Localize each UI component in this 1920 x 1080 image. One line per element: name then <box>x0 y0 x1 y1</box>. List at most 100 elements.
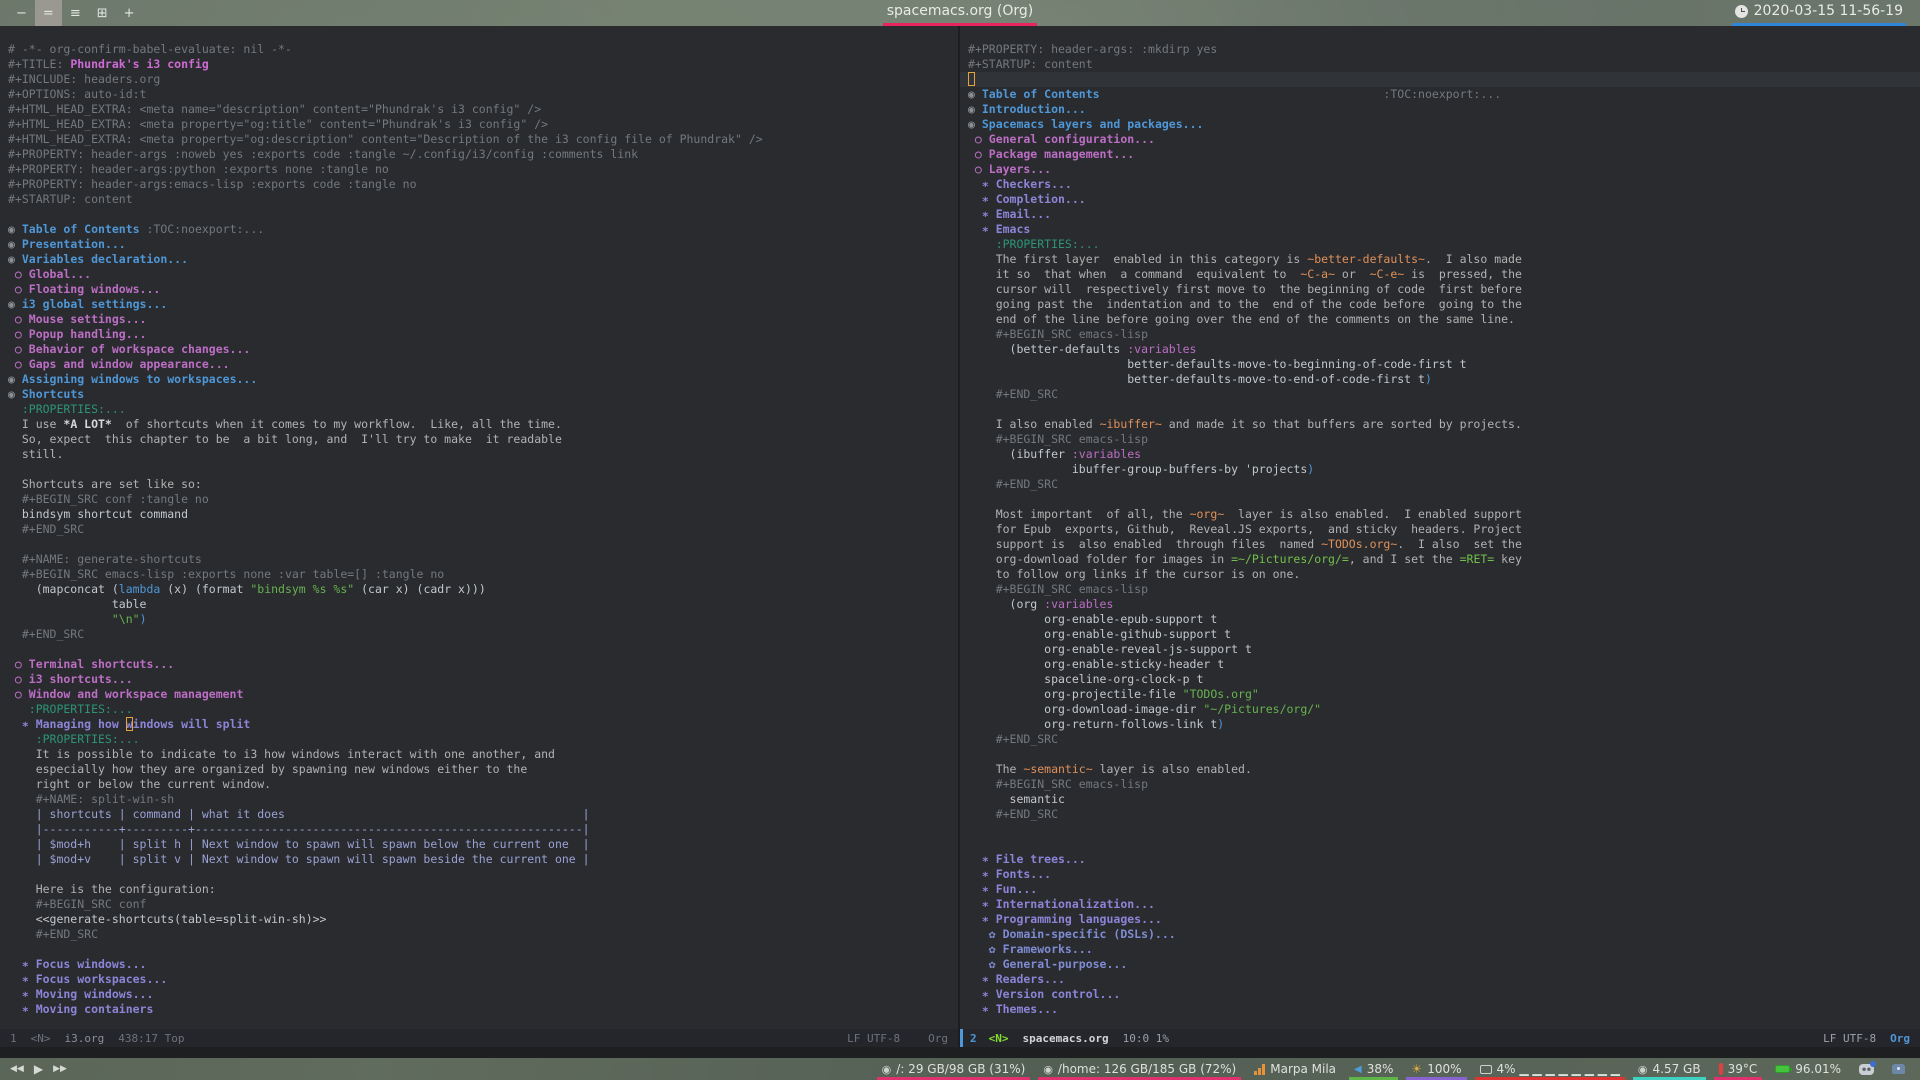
buffer-line: #+BEGIN_SRC conf <box>8 897 147 911</box>
right-window[interactable]: #+PROPERTY: header-args: :mkdirp yes #+ST… <box>960 26 1920 1047</box>
status-value: 96.01% <box>1795 1062 1841 1076</box>
workspace-icon-4[interactable]: ⊞ <box>89 0 116 26</box>
buffer-line <box>8 207 958 222</box>
text-cursor: w <box>125 717 133 731</box>
buffer-line: The first layer enabled in this category… <box>968 252 1522 266</box>
buffer-line <box>960 72 1920 87</box>
buffer-line: ∗ Moving containers <box>8 1002 154 1016</box>
ram-icon: ◉ <box>1637 1062 1648 1076</box>
buffer-line: | $mod+v | split v | Next window to spaw… <box>8 852 590 866</box>
buffer-line: ∗ Emacs <box>968 222 1031 236</box>
right-buffer[interactable]: #+PROPERTY: header-args: :mkdirp yes #+ST… <box>960 26 1920 1029</box>
buffer-line: #+NAME: split-win-sh <box>8 792 175 806</box>
workspace-icon-2[interactable]: = <box>34 0 62 26</box>
buffer-line: #+HTML_HEAD_EXTRA: <meta name="descripti… <box>8 102 542 116</box>
buffer-line: Most important of all, the ~org~ layer i… <box>968 507 1522 521</box>
buffer-line: ◉ Variables declaration... <box>8 252 189 266</box>
next-track-icon[interactable]: ▶▶ <box>53 1064 67 1074</box>
workspace-icon-3[interactable]: ≡ <box>62 0 89 26</box>
clock-module[interactable]: 2020-03-15 11-56-19 <box>1731 0 1906 26</box>
buffer-line: ○ Package management... <box>968 147 1135 161</box>
buffer-line: :PROPERTIES:... <box>8 402 126 416</box>
emacs-frame: # -*- org-confirm-babel-evaluate: nil -*… <box>0 26 1920 1058</box>
buffer-line <box>8 462 958 477</box>
status-wifi-module[interactable]: Marpa Mila <box>1245 1058 1345 1080</box>
buffer-name: spacemacs.org <box>1022 1031 1109 1045</box>
buffer-line: I use *A LOT* of shortcuts when it comes… <box>8 417 562 431</box>
workspace-icon-1[interactable]: − <box>8 0 35 26</box>
status-value: /home: 126 GB/185 GB (72%) <box>1057 1062 1237 1076</box>
evil-state: <N> <box>988 1031 1009 1045</box>
buffer-line: ◉ Assigning windows to workspaces... <box>8 372 258 386</box>
buffer-line: #+BEGIN_SRC emacs-lisp :exports none :va… <box>8 567 445 581</box>
buffer-line: end of the line before going over the en… <box>968 312 1515 326</box>
buffer-line: So, expect this chapter to be a bit long… <box>8 432 562 446</box>
status-volume-module[interactable]: ◀ 38% <box>1345 1058 1402 1080</box>
major-mode: Org <box>1890 1031 1910 1045</box>
status-cpu-module[interactable]: 4% ▁ ▁ ▁ ▁ ▁ ▁ ▁ ▁ <box>1471 1058 1629 1080</box>
buffer-line: semantic <box>968 792 1065 806</box>
buffer-line: ∗ Fun... <box>968 882 1038 896</box>
cursor-position: 10:0 1% <box>1122 1031 1169 1045</box>
buffer-line: ∗ Internationalization... <box>968 897 1155 911</box>
buffer-line: #+STARTUP: content <box>8 192 133 206</box>
status-disk-module[interactable]: ◉ /: 29 GB/98 GB (31%) <box>873 1058 1035 1080</box>
buffer-line: #+TITLE: Phundrak's i3 config <box>8 57 209 71</box>
left-buffer[interactable]: # -*- org-confirm-babel-evaluate: nil -*… <box>0 26 958 1029</box>
buffer-line: ∗ Checkers... <box>968 177 1072 191</box>
buffer-line: #+END_SRC <box>968 807 1059 821</box>
workspace-icon-5[interactable]: + <box>116 0 143 26</box>
buffer-line: (ibuffer :variables <box>968 447 1142 461</box>
status-discord-module[interactable] <box>1850 1058 1883 1080</box>
clock-text: 2020-03-15 11-56-19 <box>1753 3 1903 19</box>
buffer-line: #+PROPERTY: header-args: :mkdirp yes <box>968 42 1218 56</box>
buffer-line: #+INCLUDE: headers.org <box>8 72 161 86</box>
buffer-line: (mapconcat (lambda (x) (format "bindsym … <box>8 582 486 596</box>
sun-icon: ☀ <box>1411 1062 1423 1076</box>
buffer-name: i3.org <box>64 1031 105 1045</box>
buffer-line: org-enable-sticky-header t <box>968 657 1225 671</box>
buffer-line: ∗ Readers... <box>968 972 1065 986</box>
tray-icon <box>1892 1064 1905 1074</box>
buffer-line: ∗ Managing how windows will split <box>8 717 251 731</box>
window-title: spacemacs.org (Org) <box>0 0 1920 26</box>
status-ram-module[interactable]: ◉ 4.57 GB <box>1629 1058 1710 1080</box>
buffer-line: ◉ Introduction... <box>968 102 1086 116</box>
encoding: LF UTF-8 <box>1823 1031 1877 1045</box>
buffer-line: :PROPERTIES:... <box>8 732 140 746</box>
buffer-line: #+BEGIN_SRC emacs-lisp <box>968 582 1149 596</box>
buffer-line <box>968 837 1920 852</box>
status-disk-module[interactable]: ◉ /home: 126 GB/185 GB (72%) <box>1034 1058 1245 1080</box>
buffer-line: "\n") <box>8 612 147 626</box>
status-temp-module[interactable]: 39°C <box>1710 1058 1767 1080</box>
top-bar: − = ≡ ⊞ + spacemacs.org (Org) 2020-03-15 11-… <box>0 0 1920 26</box>
buffer-line: |-----------+---------+-----------------… <box>8 822 590 836</box>
buffer-line: ○ Floating windows... <box>8 282 161 296</box>
buffer-line: ✿ Frameworks... <box>968 942 1093 956</box>
buffer-line <box>8 642 958 657</box>
buffer-line: ○ Window and workspace management <box>8 687 244 701</box>
status-value: 4.57 GB <box>1652 1062 1701 1076</box>
status-value: 38% <box>1366 1062 1394 1076</box>
buffer-line: | shortcuts | command | what it does | <box>8 807 590 821</box>
buffer-line <box>8 537 958 552</box>
buffer-line: It is possible to indicate to i3 how win… <box>8 747 555 761</box>
status-tray-module[interactable] <box>1883 1058 1914 1080</box>
buffer-line: ∗ Completion... <box>968 192 1086 206</box>
status-sun-module[interactable]: ☀ 100% <box>1402 1058 1470 1080</box>
buffer-line: :PROPERTIES:... <box>968 237 1100 251</box>
left-window[interactable]: # -*- org-confirm-babel-evaluate: nil -*… <box>0 26 958 1047</box>
buffer-line: ○ General configuration... <box>968 132 1155 146</box>
buffer-line: Shortcuts are set like so: <box>8 477 202 491</box>
play-icon[interactable]: ▶ <box>34 1062 43 1076</box>
buffer-line: ◉ Table of Contents :TOC:noexport:... <box>8 222 265 236</box>
previous-track-icon[interactable]: ◀◀ <box>10 1064 24 1074</box>
buffer-line: #+END_SRC <box>8 627 85 641</box>
status-battery-module[interactable]: 96.01% <box>1766 1058 1850 1080</box>
buffer-line: #+PROPERTY: header-args:emacs-lisp :expo… <box>8 177 417 191</box>
battery-icon <box>1775 1065 1793 1073</box>
buffer-line: ∗ Focus windows... <box>8 957 147 971</box>
buffer-line: ○ Behavior of workspace changes... <box>8 342 251 356</box>
buffer-line: ∗ Focus workspaces... <box>8 972 168 986</box>
buffer-line: #+END_SRC <box>8 927 99 941</box>
